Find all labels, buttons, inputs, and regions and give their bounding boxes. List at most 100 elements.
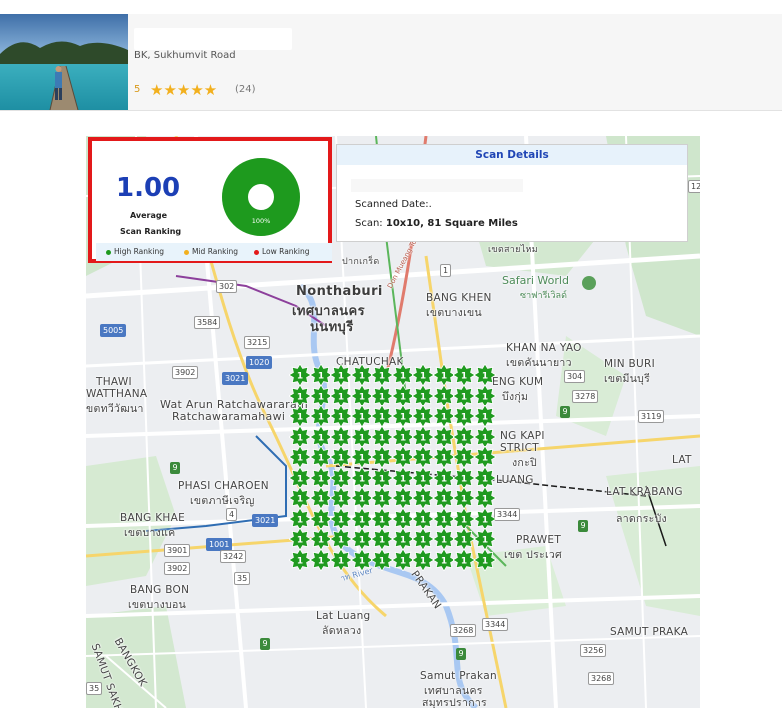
rank-marker[interactable]: 1 bbox=[370, 506, 394, 531]
rank-marker[interactable]: 1 bbox=[308, 527, 333, 551]
rank-marker[interactable]: 1 bbox=[431, 547, 456, 572]
rank-marker[interactable]: 1 bbox=[308, 486, 333, 510]
rank-marker[interactable]: 1 bbox=[308, 547, 333, 572]
rank-marker[interactable]: 1 bbox=[329, 486, 353, 510]
rank-marker[interactable]: 1 bbox=[411, 424, 435, 449]
rank-marker[interactable]: 1 bbox=[411, 486, 435, 510]
rank-marker[interactable]: 1 bbox=[288, 527, 312, 551]
rank-marker[interactable]: 1 bbox=[472, 383, 497, 408]
rank-marker[interactable]: 1 bbox=[452, 547, 476, 572]
rank-marker[interactable]: 1 bbox=[288, 404, 312, 428]
rank-marker[interactable]: 1 bbox=[288, 424, 312, 449]
rank-marker[interactable]: 1 bbox=[308, 383, 333, 408]
rank-marker[interactable]: 1 bbox=[452, 445, 476, 469]
rank-marker[interactable]: 1 bbox=[411, 445, 435, 469]
rank-marker[interactable]: 1 bbox=[411, 506, 435, 531]
rank-marker[interactable]: 1 bbox=[431, 486, 456, 510]
rank-marker[interactable]: 1 bbox=[329, 527, 353, 551]
rank-marker[interactable]: 1 bbox=[390, 383, 415, 408]
rank-marker[interactable]: 1 bbox=[288, 547, 312, 572]
rank-marker[interactable]: 1 bbox=[472, 465, 497, 490]
rank-marker[interactable]: 1 bbox=[452, 363, 476, 387]
rank-marker[interactable]: 1 bbox=[288, 383, 312, 408]
rank-marker[interactable]: 1 bbox=[329, 404, 353, 428]
rank-marker[interactable]: 1 bbox=[452, 404, 476, 428]
rank-marker[interactable]: 1 bbox=[431, 506, 456, 531]
rank-marker[interactable]: 1 bbox=[452, 424, 476, 449]
rank-marker[interactable]: 1 bbox=[431, 424, 456, 449]
rank-marker[interactable]: 1 bbox=[431, 383, 456, 408]
rank-marker[interactable]: 1 bbox=[308, 404, 333, 428]
rank-marker[interactable]: 1 bbox=[329, 465, 353, 490]
rank-marker[interactable]: 1 bbox=[472, 404, 497, 428]
rank-marker[interactable]: 1 bbox=[370, 424, 394, 449]
rank-marker[interactable]: 1 bbox=[349, 527, 374, 551]
rank-marker[interactable]: 1 bbox=[329, 547, 353, 572]
rank-marker[interactable]: 1 bbox=[411, 547, 435, 572]
rank-marker[interactable]: 1 bbox=[349, 547, 374, 572]
rank-marker[interactable]: 1 bbox=[390, 465, 415, 490]
rank-marker[interactable]: 1 bbox=[329, 445, 353, 469]
rank-marker[interactable]: 1 bbox=[431, 527, 456, 551]
rank-marker[interactable]: 1 bbox=[390, 445, 415, 469]
rank-marker[interactable]: 1 bbox=[452, 465, 476, 490]
rank-marker[interactable]: 1 bbox=[390, 404, 415, 428]
rank-marker[interactable]: 1 bbox=[390, 506, 415, 531]
rank-marker[interactable]: 1 bbox=[308, 445, 333, 469]
rank-marker[interactable]: 1 bbox=[411, 465, 435, 490]
business-card[interactable]: BK, Sukhumvit Road 5 ★★★★★ (24) bbox=[0, 14, 782, 111]
rank-marker[interactable]: 1 bbox=[390, 363, 415, 387]
rank-marker[interactable]: 1 bbox=[308, 363, 333, 387]
rank-marker[interactable]: 1 bbox=[349, 363, 374, 387]
rank-marker[interactable]: 1 bbox=[472, 547, 497, 572]
rank-marker[interactable]: 1 bbox=[370, 465, 394, 490]
rank-marker[interactable]: 1 bbox=[472, 424, 497, 449]
rank-marker[interactable]: 1 bbox=[472, 527, 497, 551]
transit-pin-icon[interactable]: 9 bbox=[456, 648, 466, 660]
rank-marker[interactable]: 1 bbox=[288, 465, 312, 490]
rank-marker[interactable]: 1 bbox=[349, 506, 374, 531]
rank-marker[interactable]: 1 bbox=[329, 506, 353, 531]
rank-marker[interactable]: 1 bbox=[288, 506, 312, 531]
rank-marker[interactable]: 1 bbox=[370, 486, 394, 510]
review-count[interactable]: (24) bbox=[235, 84, 256, 95]
rank-marker[interactable]: 1 bbox=[329, 424, 353, 449]
rank-marker[interactable]: 1 bbox=[370, 404, 394, 428]
transit-pin-icon[interactable]: 9 bbox=[578, 520, 588, 532]
transit-pin-icon[interactable]: 9 bbox=[170, 462, 180, 474]
rank-marker[interactable]: 1 bbox=[370, 363, 394, 387]
rank-marker[interactable]: 1 bbox=[370, 547, 394, 572]
rank-marker[interactable]: 1 bbox=[472, 506, 497, 531]
rank-marker[interactable]: 1 bbox=[431, 445, 456, 469]
rank-marker[interactable]: 1 bbox=[431, 465, 456, 490]
rank-marker[interactable]: 1 bbox=[308, 465, 333, 490]
rank-marker[interactable]: 1 bbox=[390, 486, 415, 510]
rank-marker[interactable]: 1 bbox=[329, 363, 353, 387]
rank-marker[interactable]: 1 bbox=[349, 404, 374, 428]
rank-marker[interactable]: 1 bbox=[411, 404, 435, 428]
rank-marker[interactable]: 1 bbox=[390, 527, 415, 551]
rank-marker[interactable]: 1 bbox=[452, 506, 476, 531]
rank-marker[interactable]: 1 bbox=[308, 506, 333, 531]
safari-world-pin-icon[interactable] bbox=[582, 276, 596, 290]
rank-marker[interactable]: 1 bbox=[308, 424, 333, 449]
rank-marker[interactable]: 1 bbox=[329, 383, 353, 408]
rank-marker[interactable]: 1 bbox=[288, 486, 312, 510]
rank-marker[interactable]: 1 bbox=[411, 363, 435, 387]
rank-marker[interactable]: 1 bbox=[472, 486, 497, 510]
rank-marker[interactable]: 1 bbox=[411, 383, 435, 408]
rank-marker[interactable]: 1 bbox=[370, 383, 394, 408]
rank-marker[interactable]: 1 bbox=[349, 486, 374, 510]
transit-pin-icon[interactable]: 9 bbox=[560, 406, 570, 418]
rank-marker[interactable]: 1 bbox=[288, 445, 312, 469]
rank-marker[interactable]: 1 bbox=[472, 445, 497, 469]
rank-marker[interactable]: 1 bbox=[349, 445, 374, 469]
rank-marker[interactable]: 1 bbox=[472, 363, 497, 387]
rank-marker[interactable]: 1 bbox=[431, 404, 456, 428]
rank-marker[interactable]: 1 bbox=[390, 547, 415, 572]
rank-marker[interactable]: 1 bbox=[431, 363, 456, 387]
rank-marker[interactable]: 1 bbox=[370, 445, 394, 469]
rank-marker[interactable]: 1 bbox=[452, 527, 476, 551]
rank-marker[interactable]: 1 bbox=[349, 383, 374, 408]
rank-marker[interactable]: 1 bbox=[349, 465, 374, 490]
